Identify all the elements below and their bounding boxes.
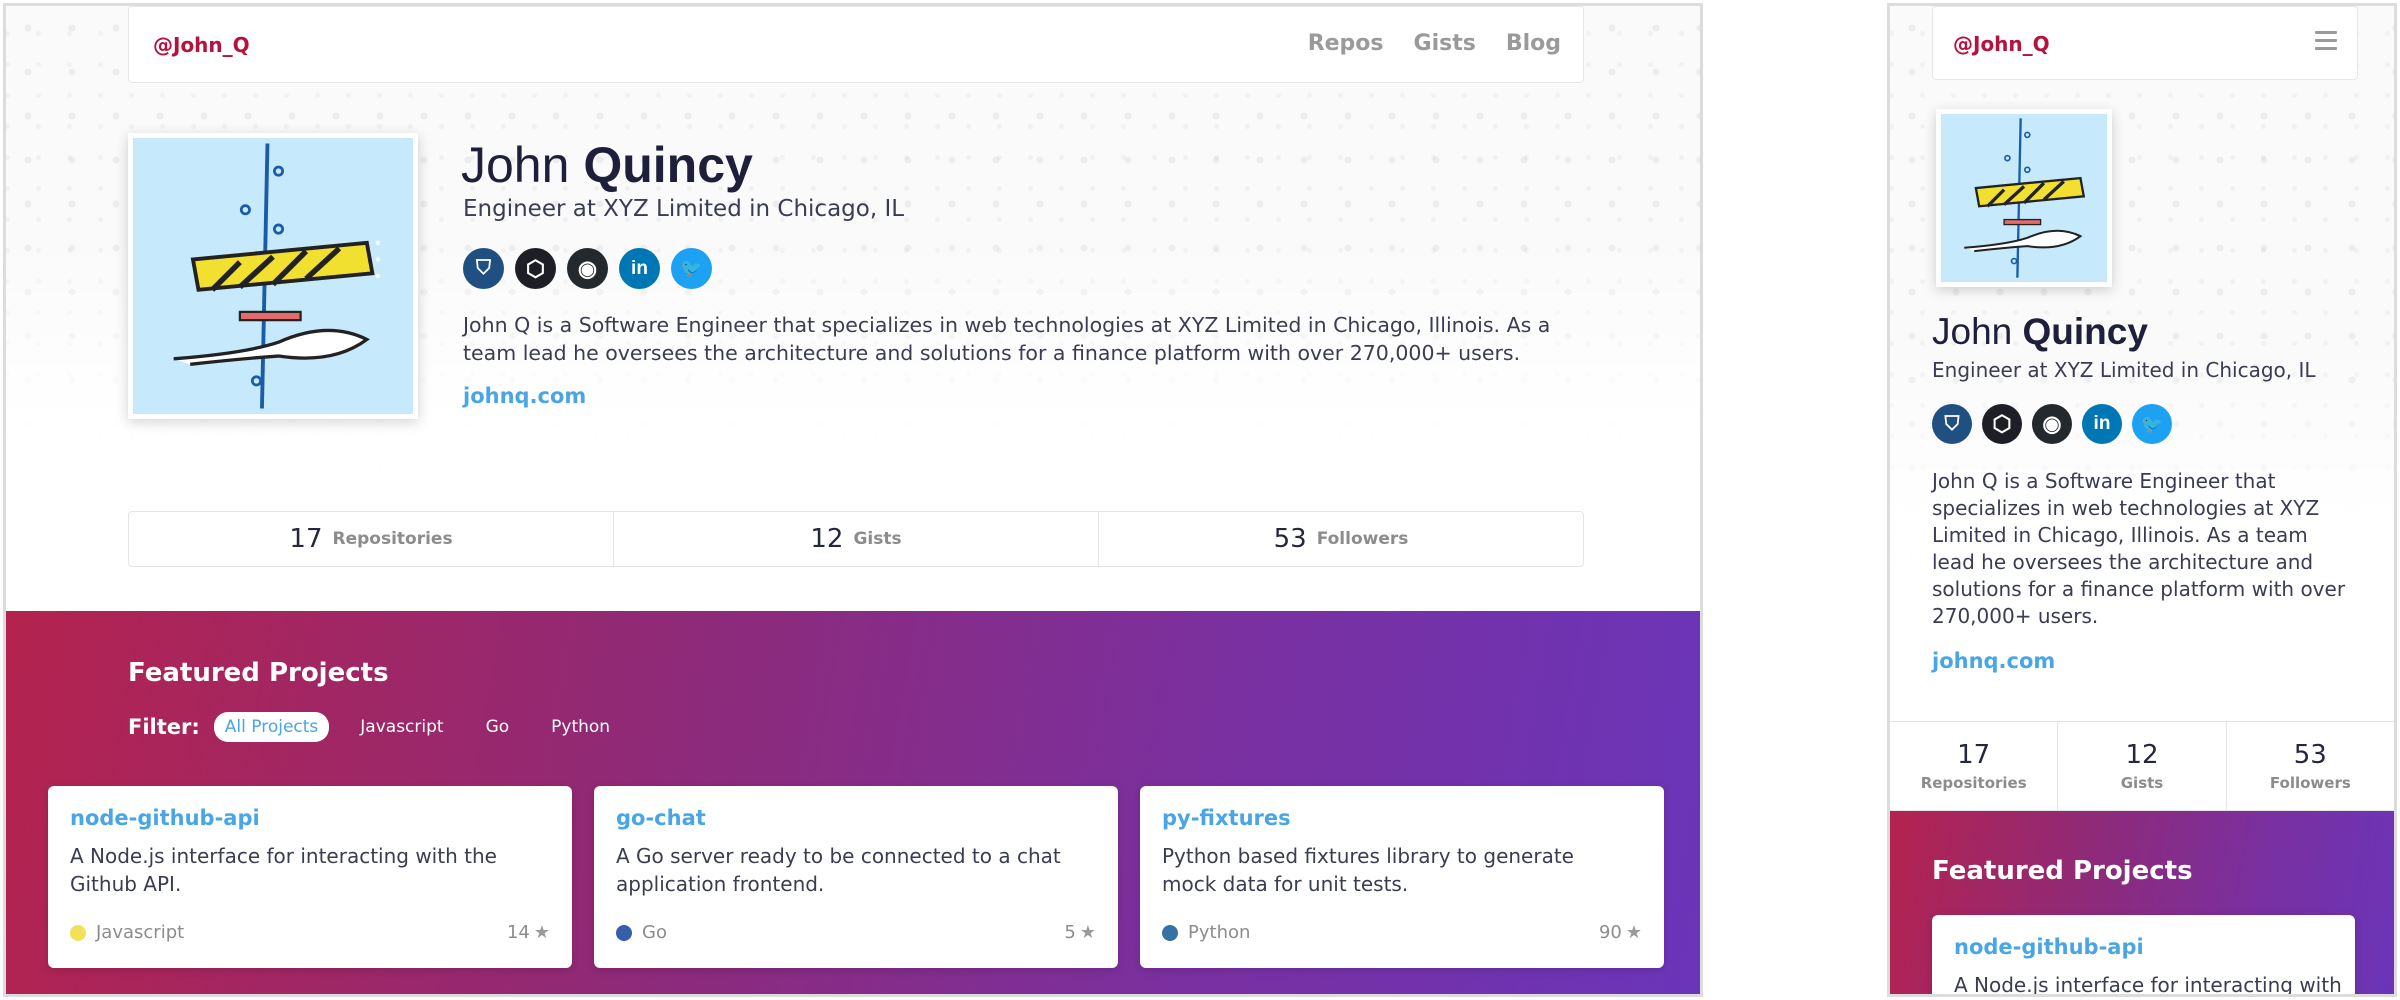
menu-bar <box>2315 39 2337 42</box>
stat-gists[interactable]: 12 Gists <box>2058 722 2227 810</box>
project-stars[interactable]: 5 ★ <box>1064 922 1096 943</box>
website-link[interactable]: johnq.com <box>1932 649 2055 673</box>
filter-label: Filter: <box>128 715 200 739</box>
filter-all-projects[interactable]: All Projects <box>213 712 330 742</box>
profile-bio: John Q is a Software Engineer that speci… <box>463 313 1551 365</box>
project-card[interactable]: py-fixtures Python based fixtures librar… <box>1140 786 1664 968</box>
navbar: @John_Q Repos Gists Blog <box>128 6 1584 83</box>
stat-repositories[interactable]: 17 Repositories <box>1890 722 2059 810</box>
linkedin-icon[interactable]: in <box>2082 404 2122 444</box>
stat-repositories[interactable]: 17 Repositories <box>129 512 614 566</box>
filter-bar: Filter: All Projects Javascript Go Pytho… <box>128 712 641 742</box>
project-card[interactable]: node-github-api A Node.js interface for … <box>1932 915 2355 997</box>
project-description: A Go server ready to be connected to a c… <box>616 844 1061 896</box>
navbar: @John_Q <box>1932 6 2358 80</box>
profile-bio: John Q is a Software Engineer that speci… <box>1932 469 2346 628</box>
project-stars[interactable]: 90 ★ <box>1599 922 1642 943</box>
nav-repos[interactable]: Repos <box>1308 31 1384 56</box>
project-language: Python <box>1162 922 1250 943</box>
language-dot <box>616 924 632 941</box>
last-name: Quincy <box>583 137 753 193</box>
stats-bar: 17 Repositories 12 Gists 53 Followers <box>1890 721 2394 811</box>
menu-bar <box>2315 31 2337 34</box>
featured-title: Featured Projects <box>128 658 389 688</box>
brand-link[interactable]: @John_Q <box>153 33 250 57</box>
featured-section: Featured Projects node-github-api A Node… <box>1890 811 2394 997</box>
twitter-icon[interactable]: 🐦 <box>2132 404 2172 444</box>
avatar-illustration <box>1941 114 2107 282</box>
avatar <box>1936 109 2112 287</box>
star-icon: ★ <box>1079 922 1096 943</box>
avatar-drawing <box>173 143 381 409</box>
menu-icon[interactable] <box>2315 31 2337 55</box>
star-icon: ★ <box>1625 922 1642 943</box>
desktop-view: @John_Q Repos Gists Blog John Quincy Eng… <box>3 3 1703 997</box>
language-label: Javascript <box>96 922 185 943</box>
nav-blog[interactable]: Blog <box>1506 31 1561 56</box>
project-title[interactable]: node-github-api <box>1954 935 2144 959</box>
profile-name: John Quincy <box>1932 311 2148 353</box>
stat-followers[interactable]: 53 Followers <box>1099 512 1583 566</box>
star-count: 14 <box>506 922 530 943</box>
language-dot <box>70 924 86 941</box>
project-title[interactable]: py-fixtures <box>1162 806 1291 830</box>
social-links: ⛉ ⬡ ◉ in 🐦 <box>463 248 712 289</box>
first-name: John <box>1932 311 2013 352</box>
linkedin-icon[interactable]: in <box>619 248 660 289</box>
bitbucket-icon[interactable]: ⛉ <box>463 248 504 289</box>
profile-title: Engineer at XYZ Limited in Chicago, IL <box>1932 358 2316 382</box>
project-language: Javascript <box>70 922 184 943</box>
avatar-drawing <box>1964 118 2086 278</box>
mobile-view: @John_Q John Quincy Engineer at XYZ Limi… <box>1887 3 2397 997</box>
brand-link[interactable]: @John_Q <box>1953 32 2050 56</box>
social-links: ⛉ ⬡ ◉ in 🐦 <box>1932 404 2172 444</box>
profile-title: Engineer at XYZ Limited in Chicago, IL <box>463 196 905 222</box>
project-description: A Node.js interface for interacting with… <box>70 844 497 896</box>
filter-python[interactable]: Python <box>540 712 621 742</box>
project-description: A Node.js interface for interacting with <box>1954 973 2342 997</box>
stat-followers[interactable]: 53 Followers <box>2227 722 2394 810</box>
project-card[interactable]: node-github-api A Node.js interface for … <box>48 786 572 968</box>
avatar-illustration <box>133 138 413 414</box>
featured-section: Featured Projects Filter: All Projects J… <box>6 611 1700 994</box>
project-description: Python based fixtures library to generat… <box>1162 844 1574 896</box>
profile-name: John Quincy <box>461 136 753 194</box>
codepen-icon[interactable]: ⬡ <box>1982 404 2022 444</box>
stats-bar: 17 Repositories 12 Gists 53 Followers <box>128 511 1584 567</box>
project-card[interactable]: go-chat A Go server ready to be connecte… <box>594 786 1118 968</box>
website-link[interactable]: johnq.com <box>463 384 586 408</box>
github-icon[interactable]: ◉ <box>567 248 608 289</box>
language-label: Python <box>1188 922 1251 943</box>
bitbucket-icon[interactable]: ⛉ <box>1932 404 1972 444</box>
star-count: 5 <box>1064 922 1076 943</box>
nav-gists[interactable]: Gists <box>1414 31 1476 56</box>
github-icon[interactable]: ◉ <box>2032 404 2072 444</box>
star-icon: ★ <box>533 922 550 943</box>
first-name: John <box>461 137 570 193</box>
stat-gists[interactable]: 12 Gists <box>614 512 1099 566</box>
project-title[interactable]: node-github-api <box>70 806 260 830</box>
nav-links: Repos Gists Blog <box>1308 31 1561 56</box>
featured-title: Featured Projects <box>1932 856 2193 886</box>
last-name: Quincy <box>2022 311 2148 352</box>
filter-javascript[interactable]: Javascript <box>349 712 454 742</box>
codepen-icon[interactable]: ⬡ <box>515 248 556 289</box>
filter-go[interactable]: Go <box>475 712 521 742</box>
twitter-icon[interactable]: 🐦 <box>671 248 712 289</box>
language-label: Go <box>642 922 667 943</box>
star-count: 90 <box>1598 922 1622 943</box>
project-language: Go <box>616 922 667 943</box>
menu-bar <box>2315 47 2337 50</box>
avatar <box>128 133 418 419</box>
project-stars[interactable]: 14 ★ <box>507 922 550 943</box>
project-title[interactable]: go-chat <box>616 806 706 830</box>
language-dot <box>1162 924 1178 941</box>
